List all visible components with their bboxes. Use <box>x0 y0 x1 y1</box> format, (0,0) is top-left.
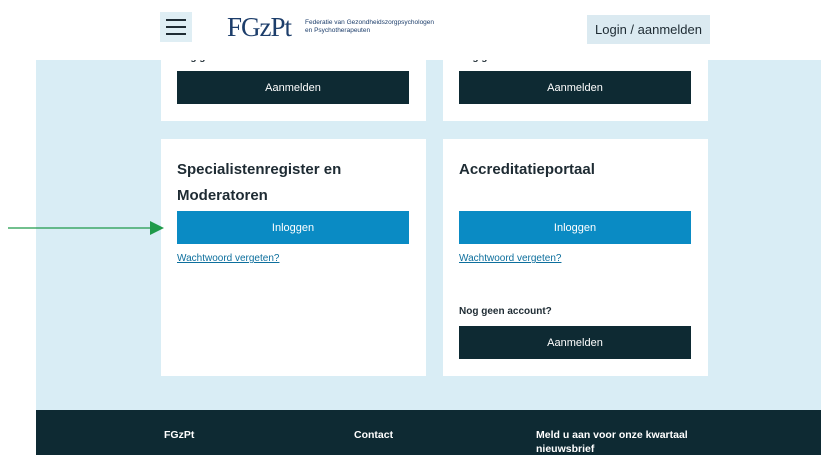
no-account-label: Nog geen account? <box>459 306 552 317</box>
forgot-password-link[interactable]: Wachtwoord vergeten? <box>177 253 279 264</box>
accreditation-portal-card: Accreditatieportaal Inloggen Wachtwoord … <box>443 139 708 376</box>
register-button[interactable]: Aanmelden <box>459 326 691 359</box>
logo-mark: FGzPt <box>227 11 292 42</box>
login-button[interactable]: Inloggen <box>459 211 691 244</box>
card-title: Specialistenregister en Moderatoren <box>177 161 342 204</box>
menu-icon[interactable] <box>160 12 192 42</box>
login-button[interactable]: Inloggen <box>177 211 409 244</box>
site-footer: FGzPt Contact Meld u aan voor onze kwart… <box>36 410 821 455</box>
arrow-right-icon <box>8 221 164 235</box>
footer-fgzpt-heading: FGzPt <box>164 429 195 441</box>
logo-text: Federatie van Gezondheidszorgpsychologen… <box>305 19 435 34</box>
register-button[interactable]: Aanmelden <box>459 71 691 104</box>
logo[interactable]: FGzPt Federatie van Gezondheidszorgpsych… <box>227 12 495 42</box>
footer-newsletter-heading: Meld u aan voor onze kwartaal nieuwsbrie… <box>536 429 688 455</box>
card-title: Accreditatieportaal <box>459 161 595 178</box>
forgot-password-link[interactable]: Wachtwoord vergeten? <box>459 253 561 264</box>
footer-contact-heading: Contact <box>354 429 394 441</box>
specialist-register-card: Specialistenregister en Moderatoren Inlo… <box>161 139 426 376</box>
register-button[interactable]: Aanmelden <box>177 71 409 104</box>
site-header: FGzPt Federatie van Gezondheidszorgpsych… <box>0 0 821 60</box>
login-register-button[interactable]: Login / aanmelden <box>587 15 710 44</box>
